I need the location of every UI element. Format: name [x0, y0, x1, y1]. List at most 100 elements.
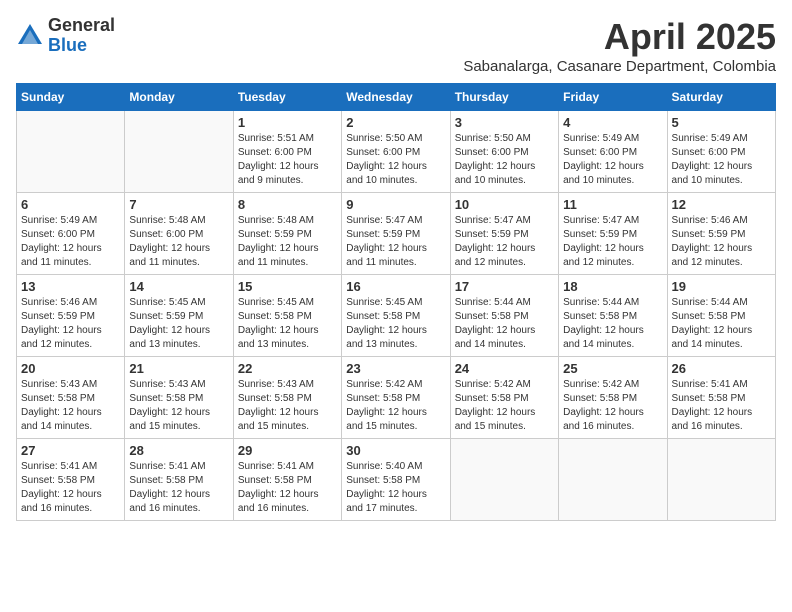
- day-info: Sunrise: 5:45 AM Sunset: 5:58 PM Dayligh…: [346, 296, 445, 352]
- day-number: 14: [129, 279, 228, 294]
- week-row-3: 20 Sunrise: 5:43 AM Sunset: 5:58 PM Dayli…: [17, 357, 776, 439]
- day-cell: 10 Sunrise: 5:47 AM Sunset: 5:59 PM Dayli…: [450, 193, 558, 275]
- day-number: 22: [238, 361, 337, 376]
- header: General Blue April 2025 Sabanalarga, Cas…: [16, 16, 776, 75]
- day-number: 24: [455, 361, 554, 376]
- day-info: Sunrise: 5:41 AM Sunset: 5:58 PM Dayligh…: [129, 460, 228, 516]
- day-cell: 22 Sunrise: 5:43 AM Sunset: 5:58 PM Dayli…: [233, 357, 341, 439]
- header-monday: Monday: [125, 84, 233, 111]
- day-info: Sunrise: 5:42 AM Sunset: 5:58 PM Dayligh…: [563, 378, 662, 434]
- day-number: 20: [21, 361, 120, 376]
- day-info: Sunrise: 5:43 AM Sunset: 5:58 PM Dayligh…: [238, 378, 337, 434]
- day-info: Sunrise: 5:40 AM Sunset: 5:58 PM Dayligh…: [346, 460, 445, 516]
- day-number: 8: [238, 197, 337, 212]
- day-cell: 23 Sunrise: 5:42 AM Sunset: 5:58 PM Dayli…: [342, 357, 450, 439]
- day-number: 2: [346, 115, 445, 130]
- month-title: April 2025: [463, 16, 776, 58]
- day-number: 26: [672, 361, 771, 376]
- day-number: 15: [238, 279, 337, 294]
- day-info: Sunrise: 5:42 AM Sunset: 5:58 PM Dayligh…: [455, 378, 554, 434]
- day-cell: 9 Sunrise: 5:47 AM Sunset: 5:59 PM Daylig…: [342, 193, 450, 275]
- day-cell: 15 Sunrise: 5:45 AM Sunset: 5:58 PM Dayli…: [233, 275, 341, 357]
- day-cell: 24 Sunrise: 5:42 AM Sunset: 5:58 PM Dayli…: [450, 357, 558, 439]
- day-cell: [17, 111, 125, 193]
- header-saturday: Saturday: [667, 84, 775, 111]
- header-row: Sunday Monday Tuesday Wednesday Thursday…: [17, 84, 776, 111]
- day-info: Sunrise: 5:48 AM Sunset: 6:00 PM Dayligh…: [129, 214, 228, 270]
- day-info: Sunrise: 5:42 AM Sunset: 5:58 PM Dayligh…: [346, 378, 445, 434]
- logo-text: General Blue: [48, 16, 115, 56]
- day-number: 29: [238, 443, 337, 458]
- day-cell: [667, 439, 775, 521]
- day-info: Sunrise: 5:44 AM Sunset: 5:58 PM Dayligh…: [672, 296, 771, 352]
- day-cell: 2 Sunrise: 5:50 AM Sunset: 6:00 PM Daylig…: [342, 111, 450, 193]
- day-cell: 20 Sunrise: 5:43 AM Sunset: 5:58 PM Dayli…: [17, 357, 125, 439]
- day-info: Sunrise: 5:44 AM Sunset: 5:58 PM Dayligh…: [563, 296, 662, 352]
- day-number: 30: [346, 443, 445, 458]
- day-cell: 7 Sunrise: 5:48 AM Sunset: 6:00 PM Daylig…: [125, 193, 233, 275]
- day-number: 7: [129, 197, 228, 212]
- day-info: Sunrise: 5:49 AM Sunset: 6:00 PM Dayligh…: [563, 132, 662, 188]
- week-row-2: 13 Sunrise: 5:46 AM Sunset: 5:59 PM Dayli…: [17, 275, 776, 357]
- day-cell: 30 Sunrise: 5:40 AM Sunset: 5:58 PM Dayli…: [342, 439, 450, 521]
- header-thursday: Thursday: [450, 84, 558, 111]
- day-info: Sunrise: 5:44 AM Sunset: 5:58 PM Dayligh…: [455, 296, 554, 352]
- day-number: 4: [563, 115, 662, 130]
- calendar: Sunday Monday Tuesday Wednesday Thursday…: [16, 83, 776, 521]
- logo-blue: Blue: [48, 36, 115, 56]
- week-row-1: 6Sunrise: 5:49 AM Sunset: 6:00 PM Daylig…: [17, 193, 776, 275]
- day-cell: 25Sunrise: 5:42 AM Sunset: 5:58 PM Dayli…: [559, 357, 667, 439]
- day-cell: 6Sunrise: 5:49 AM Sunset: 6:00 PM Daylig…: [17, 193, 125, 275]
- week-row-0: 1 Sunrise: 5:51 AM Sunset: 6:00 PM Daylig…: [17, 111, 776, 193]
- day-cell: 29 Sunrise: 5:41 AM Sunset: 5:58 PM Dayli…: [233, 439, 341, 521]
- day-cell: 21Sunrise: 5:43 AM Sunset: 5:58 PM Dayli…: [125, 357, 233, 439]
- day-info: Sunrise: 5:41 AM Sunset: 5:58 PM Dayligh…: [238, 460, 337, 516]
- day-number: 9: [346, 197, 445, 212]
- day-cell: [559, 439, 667, 521]
- day-info: Sunrise: 5:47 AM Sunset: 5:59 PM Dayligh…: [455, 214, 554, 270]
- header-tuesday: Tuesday: [233, 84, 341, 111]
- day-cell: 11Sunrise: 5:47 AM Sunset: 5:59 PM Dayli…: [559, 193, 667, 275]
- day-info: Sunrise: 5:49 AM Sunset: 6:00 PM Dayligh…: [21, 214, 120, 270]
- day-info: Sunrise: 5:45 AM Sunset: 5:58 PM Dayligh…: [238, 296, 337, 352]
- day-info: Sunrise: 5:49 AM Sunset: 6:00 PM Dayligh…: [672, 132, 771, 188]
- day-number: 13: [21, 279, 120, 294]
- day-cell: 3 Sunrise: 5:50 AM Sunset: 6:00 PM Daylig…: [450, 111, 558, 193]
- day-info: Sunrise: 5:45 AM Sunset: 5:59 PM Dayligh…: [129, 296, 228, 352]
- day-info: Sunrise: 5:47 AM Sunset: 5:59 PM Dayligh…: [346, 214, 445, 270]
- logo: General Blue: [16, 16, 115, 56]
- day-number: 19: [672, 279, 771, 294]
- day-cell: 19 Sunrise: 5:44 AM Sunset: 5:58 PM Dayli…: [667, 275, 775, 357]
- subtitle: Sabanalarga, Casanare Department, Colomb…: [463, 58, 776, 75]
- day-number: 5: [672, 115, 771, 130]
- day-cell: [125, 111, 233, 193]
- day-cell: 1 Sunrise: 5:51 AM Sunset: 6:00 PM Daylig…: [233, 111, 341, 193]
- day-cell: 18 Sunrise: 5:44 AM Sunset: 5:58 PM Dayli…: [559, 275, 667, 357]
- day-cell: 26Sunrise: 5:41 AM Sunset: 5:58 PM Dayli…: [667, 357, 775, 439]
- day-cell: 5 Sunrise: 5:49 AM Sunset: 6:00 PM Daylig…: [667, 111, 775, 193]
- day-number: 16: [346, 279, 445, 294]
- day-cell: 27Sunrise: 5:41 AM Sunset: 5:58 PM Dayli…: [17, 439, 125, 521]
- day-number: 3: [455, 115, 554, 130]
- day-number: 10: [455, 197, 554, 212]
- day-info: Sunrise: 5:43 AM Sunset: 5:58 PM Dayligh…: [21, 378, 120, 434]
- day-cell: 14 Sunrise: 5:45 AM Sunset: 5:59 PM Dayli…: [125, 275, 233, 357]
- day-info: Sunrise: 5:46 AM Sunset: 5:59 PM Dayligh…: [21, 296, 120, 352]
- header-wednesday: Wednesday: [342, 84, 450, 111]
- day-info: Sunrise: 5:41 AM Sunset: 5:58 PM Dayligh…: [21, 460, 120, 516]
- day-cell: 8Sunrise: 5:48 AM Sunset: 5:59 PM Daylig…: [233, 193, 341, 275]
- day-info: Sunrise: 5:50 AM Sunset: 6:00 PM Dayligh…: [346, 132, 445, 188]
- day-info: Sunrise: 5:51 AM Sunset: 6:00 PM Dayligh…: [238, 132, 337, 188]
- day-cell: 12Sunrise: 5:46 AM Sunset: 5:59 PM Dayli…: [667, 193, 775, 275]
- day-cell: 17Sunrise: 5:44 AM Sunset: 5:58 PM Dayli…: [450, 275, 558, 357]
- week-row-4: 27Sunrise: 5:41 AM Sunset: 5:58 PM Dayli…: [17, 439, 776, 521]
- day-number: 12: [672, 197, 771, 212]
- day-number: 23: [346, 361, 445, 376]
- day-number: 18: [563, 279, 662, 294]
- day-info: Sunrise: 5:50 AM Sunset: 6:00 PM Dayligh…: [455, 132, 554, 188]
- day-number: 1: [238, 115, 337, 130]
- day-cell: 16 Sunrise: 5:45 AM Sunset: 5:58 PM Dayli…: [342, 275, 450, 357]
- calendar-header: Sunday Monday Tuesday Wednesday Thursday…: [17, 84, 776, 111]
- header-sunday: Sunday: [17, 84, 125, 111]
- day-number: 21: [129, 361, 228, 376]
